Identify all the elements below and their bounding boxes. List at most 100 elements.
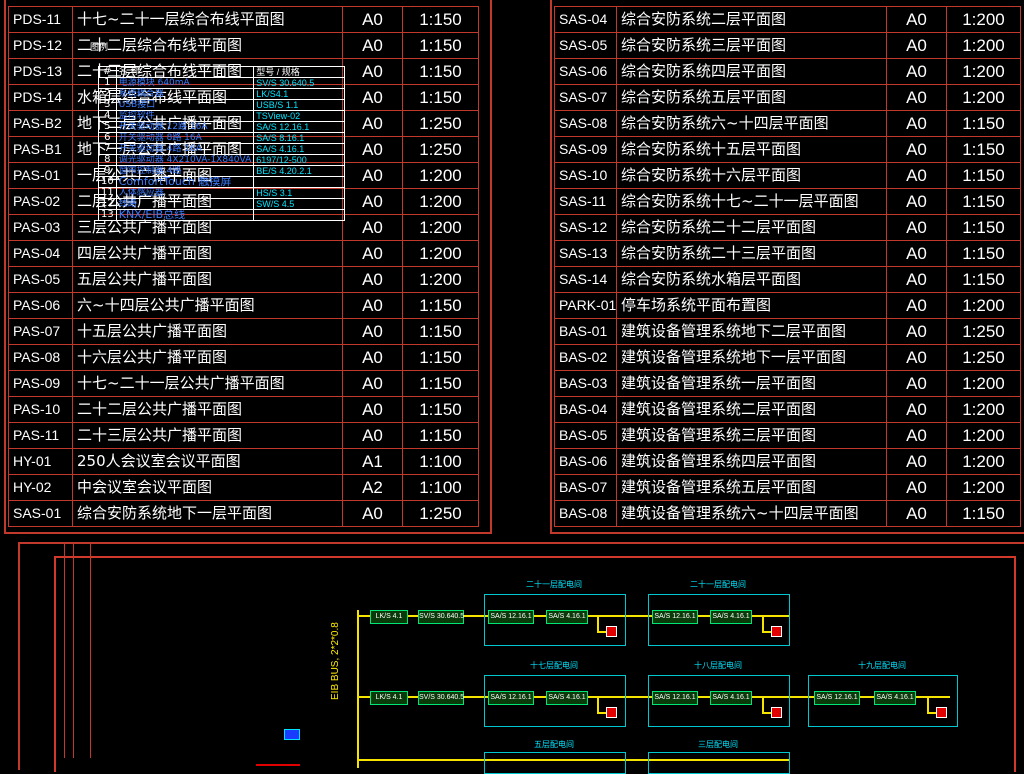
legend-model: SA/S 12.16.1 — [253, 121, 346, 133]
legend-index: 3 — [98, 99, 117, 111]
paper-size: A0 — [886, 58, 947, 85]
drawing-row: BAS-04 建筑设备管理系统二层平面图 A0 1:200 — [554, 396, 1021, 423]
drawing-code: PAS-01 — [8, 162, 73, 189]
paper-size: A0 — [886, 32, 947, 59]
legend-index: 12 — [98, 198, 117, 210]
drawing-row: PAS-08 十六层公共广播平面图 A0 1:150 — [8, 344, 479, 371]
legend-index: 9 — [98, 165, 117, 177]
paper-size: A0 — [886, 110, 947, 137]
riser-label: EIB BUS, 2*2*0.8 — [330, 622, 341, 700]
drawing-code: PAS-08 — [8, 344, 73, 371]
legend-row: 9 窗帘控制器 4路 BE/S 4.20.2.1 — [98, 165, 346, 177]
paper-size: A0 — [886, 422, 947, 449]
drawing-scale: 1:150 — [946, 500, 1021, 527]
legend-row: 7 开关驱动器 4路 16A SA/S 4.16.1 — [98, 143, 346, 155]
end-device — [771, 707, 782, 718]
drawing-row: PAS-06 六~十四层公共广播平面图 A0 1:150 — [8, 292, 479, 319]
legend-row: 1 电源模块 640mA SV/S 30.640.5 — [98, 77, 346, 89]
drawing-title: 250人会议室会议平面图 — [72, 448, 343, 475]
legend-description: 电源模块 640mA — [115, 77, 255, 89]
drawing-title: 四层公共广播平面图 — [72, 240, 343, 267]
drawing-row: SAS-06 综合安防系统四层平面图 A0 1:200 — [554, 58, 1021, 85]
legend-row: 3 USB接口 USB/S 1.1 — [98, 99, 346, 111]
drawing-row: PAS-05 五层公共广播平面图 A0 1:200 — [8, 266, 479, 293]
drawing-row: SAS-13 综合安防系统二十三层平面图 A0 1:150 — [554, 240, 1021, 267]
drawing-title: 十五层公共广播平面图 — [72, 318, 343, 345]
drawing-scale: 1:150 — [402, 344, 479, 371]
drawing-row: PAS-07 十五层公共广播平面图 A0 1:150 — [8, 318, 479, 345]
drawing-title: 建筑设备管理系统地下一层平面图 — [616, 344, 887, 371]
legend-description: 人体感应器 — [115, 187, 255, 199]
room-label: 五层配电间 — [534, 740, 574, 749]
legend-model: LK/S4.1 — [253, 88, 346, 100]
paper-size: A0 — [886, 188, 947, 215]
drawing-title: 二十二层综合布线平面图 — [72, 32, 343, 59]
paper-size: A0 — [886, 448, 947, 475]
drawing-scale: 1:200 — [402, 266, 479, 293]
drawing-code: PAS-02 — [8, 188, 73, 215]
drawing-row: SAS-01 综合安防系统地下一层平面图 A0 1:250 — [8, 500, 479, 527]
drawing-scale: 1:150 — [402, 318, 479, 345]
paper-size: A0 — [886, 266, 947, 293]
drawing-code: PAS-05 — [8, 266, 73, 293]
drawing-scale: 1:150 — [402, 396, 479, 423]
room-label: 三层配电间 — [698, 740, 738, 749]
title-strip — [64, 544, 74, 758]
room-label: 十八层配电间 — [694, 661, 742, 670]
drawing-scale: 1:150 — [402, 6, 479, 33]
drawing-row: HY-01 250人会议室会议平面图 A1 1:100 — [8, 448, 479, 475]
paper-size: A0 — [342, 6, 403, 33]
legend-row: 6 开关驱动器 8路 16A SA/S 8.16.1 — [98, 132, 346, 144]
drawing-code: SAS-10 — [554, 162, 617, 189]
legend-description: 系统耦合器 — [115, 88, 255, 100]
drawing-code: PAS-07 — [8, 318, 73, 345]
drawing-list-right-table: SAS-04 综合安防系统二层平面图 A0 1:200 SAS-05 综合安防系统三层平面… — [554, 6, 1021, 527]
drawing-title: 建筑设备管理系统二层平面图 — [616, 396, 887, 423]
room-label: 十七层配电间 — [530, 661, 578, 670]
legend-index: 8 — [98, 154, 117, 166]
drawing-scale: 1:150 — [946, 188, 1021, 215]
drawing-code: SAS-14 — [554, 266, 617, 293]
drawing-row: BAS-07 建筑设备管理系统五层平面图 A0 1:200 — [554, 474, 1021, 501]
legend-description: USB接口 — [115, 99, 255, 111]
drawing-code: PDS-13 — [8, 58, 73, 85]
drawing-title: 综合安防系统六~十四层平面图 — [616, 110, 887, 137]
drawing-title: 综合安防系统十六层平面图 — [616, 162, 887, 189]
drawing-scale: 1:150 — [402, 32, 479, 59]
drawing-scale: 1:150 — [946, 266, 1021, 293]
legend-description: ComfortTouch 触摸屏 — [115, 176, 255, 188]
drawing-scale: 1:150 — [946, 110, 1021, 137]
paper-size: A0 — [886, 500, 947, 527]
end-device — [606, 626, 617, 637]
room-label: 二十一层配电间 — [690, 580, 746, 589]
legend-row: 10 ComfortTouch 触摸屏 — [98, 176, 346, 188]
drawing-scale: 1:150 — [946, 240, 1021, 267]
legend-row: 13 KNX/EIB总线 — [98, 209, 346, 221]
switch-actuator-device: SA/S 4.16.1 — [874, 691, 916, 705]
legend-index: 10 — [98, 176, 117, 188]
drawing-title: 综合安防系统四层平面图 — [616, 58, 887, 85]
switch-actuator-device: SA/S 4.16.1 — [710, 610, 752, 624]
legend-index: 4 — [98, 110, 117, 122]
paper-size: A0 — [886, 318, 947, 345]
switch-actuator-device: SA/S 12.16.1 — [652, 691, 698, 705]
drawing-row: BAS-05 建筑设备管理系统三层平面图 A0 1:200 — [554, 422, 1021, 449]
drawing-title: 综合安防系统三层平面图 — [616, 32, 887, 59]
drawing-code: PAS-11 — [8, 422, 73, 449]
drawing-title: 六~十四层公共广播平面图 — [72, 292, 343, 319]
paper-size: A0 — [342, 318, 403, 345]
end-device — [606, 707, 617, 718]
paper-size: A0 — [886, 370, 947, 397]
paper-size: A0 — [342, 136, 403, 163]
drawing-row: BAS-03 建筑设备管理系统一层平面图 A0 1:200 — [554, 370, 1021, 397]
drawing-row: SAS-11 综合安防系统十七~二十一层平面图 A0 1:150 — [554, 188, 1021, 215]
legend-header-desc: 名 称 — [115, 66, 255, 78]
drawing-title: 建筑设备管理系统三层平面图 — [616, 422, 887, 449]
legend-index: 6 — [98, 132, 117, 144]
legend-model: SV/S 30.640.5 — [253, 77, 346, 89]
legend-model: SA/S 4.16.1 — [253, 143, 346, 155]
switch-actuator-device: SA/S 12.16.1 — [814, 691, 860, 705]
paper-size: A0 — [342, 240, 403, 267]
drawing-code: PAS-B2 — [8, 110, 73, 137]
legend-header-index: # — [98, 66, 117, 78]
